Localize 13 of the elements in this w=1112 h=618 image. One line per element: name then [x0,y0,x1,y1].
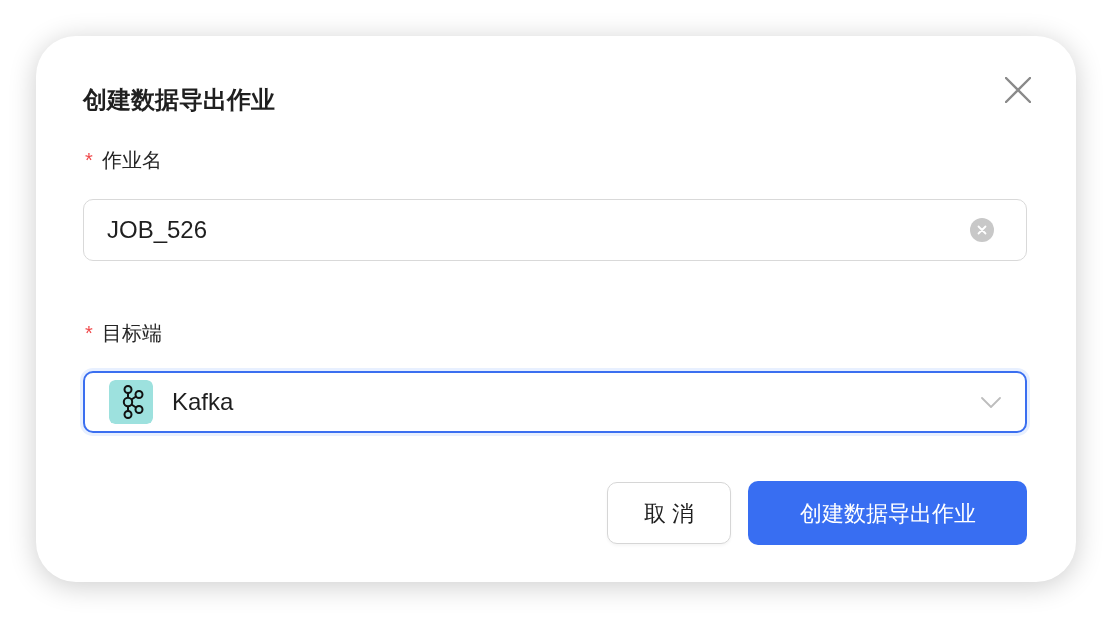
close-button[interactable] [1005,77,1031,103]
field-label: 目标端 [101,321,162,346]
dialog-title: 创建数据导出作业 [83,85,275,115]
job-name-input[interactable]: JOB_526 [83,199,1027,261]
cancel-button[interactable]: 取 消 [607,482,731,544]
required-asterisk: * [85,321,93,346]
target-select[interactable]: Kafka [83,371,1027,433]
field-label: 作业名 [101,148,162,173]
create-export-job-button[interactable]: 创建数据导出作业 [748,481,1027,545]
close-icon [1005,77,1031,103]
kafka-logo-icon [109,380,153,424]
required-asterisk: * [85,148,93,173]
chevron-down-icon [981,396,1001,408]
